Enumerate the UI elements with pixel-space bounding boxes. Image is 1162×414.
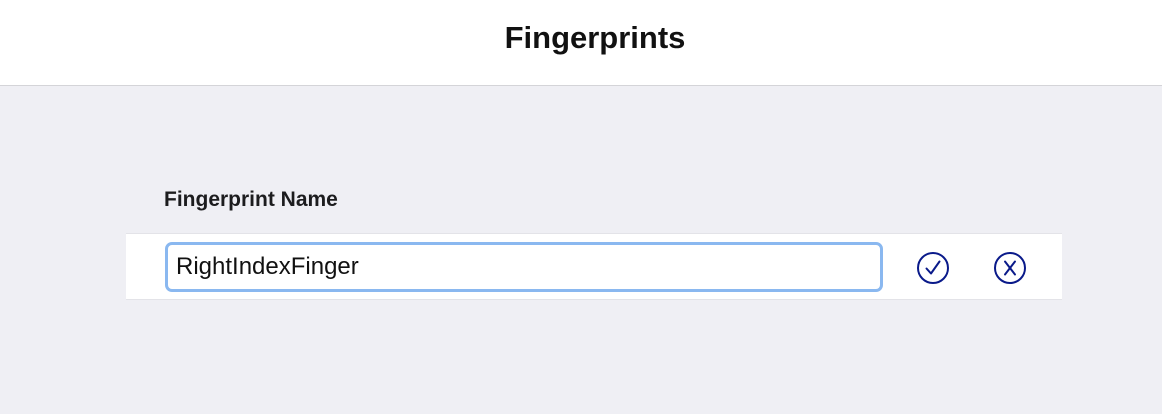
checkmark-circle-icon: [917, 252, 949, 284]
navigation-bar: Fingerprints: [0, 0, 1162, 86]
cancel-button[interactable]: [993, 251, 1027, 285]
fingerprint-name-input[interactable]: [165, 242, 883, 292]
fingerprint-name-row: [126, 233, 1062, 300]
page-title: Fingerprints: [504, 20, 686, 55]
fingerprint-name-label: Fingerprint Name: [164, 188, 338, 211]
confirm-button[interactable]: [916, 251, 950, 285]
x-circle-icon: [994, 252, 1026, 284]
fingerprints-screen: Fingerprints Fingerprint Name: [0, 0, 1162, 414]
